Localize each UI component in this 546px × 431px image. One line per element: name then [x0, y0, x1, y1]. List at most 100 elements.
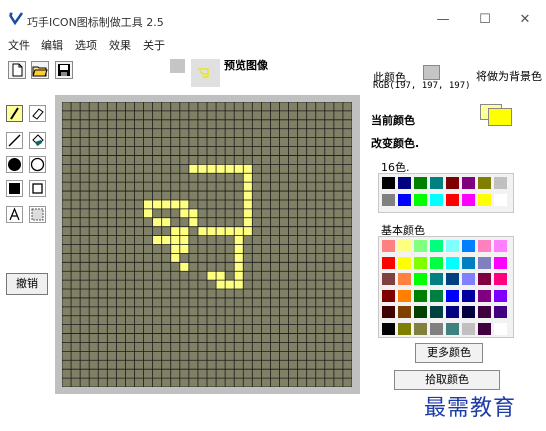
- palette16-swatch-3[interactable]: [430, 177, 443, 189]
- eraser-tool[interactable]: [29, 105, 46, 122]
- pencil-tool[interactable]: [6, 105, 23, 122]
- basic-color-swatch-31[interactable]: [494, 289, 507, 302]
- basic-color-swatch-3[interactable]: [430, 240, 443, 252]
- basic-color-swatch-11[interactable]: [430, 256, 443, 269]
- basic-color-swatch-34[interactable]: [414, 306, 427, 318]
- circle-tool[interactable]: [29, 156, 46, 173]
- palette16-swatch-10[interactable]: [414, 194, 427, 206]
- background-color-swatch[interactable]: [170, 59, 185, 73]
- minimize-button[interactable]: —: [432, 10, 454, 30]
- palette16-swatch-13[interactable]: [462, 194, 475, 206]
- maximize-button[interactable]: ☐: [474, 10, 496, 30]
- basic-color-swatch-45[interactable]: [462, 322, 475, 335]
- pixel-grid[interactable]: [62, 102, 352, 387]
- menu-file[interactable]: 文件: [8, 37, 30, 53]
- basic-color-swatch-4[interactable]: [446, 240, 459, 252]
- basic-color-swatch-39[interactable]: [494, 306, 507, 318]
- save-button[interactable]: [55, 61, 73, 79]
- painted-pixel: [188, 217, 198, 227]
- basic-color-swatch-22[interactable]: [478, 273, 491, 285]
- basic-color-swatch-37[interactable]: [462, 306, 475, 318]
- basic-color-swatch-26[interactable]: [414, 289, 427, 302]
- basic-color-swatch-46[interactable]: [478, 322, 491, 335]
- close-button[interactable]: ✕: [514, 10, 536, 30]
- palette16-swatch-4[interactable]: [446, 177, 459, 189]
- basic-color-swatch-33[interactable]: [398, 306, 411, 318]
- rect-tool[interactable]: [29, 180, 46, 197]
- basic-color-swatch-27[interactable]: [430, 289, 443, 302]
- basic-color-swatch-2[interactable]: [414, 240, 427, 252]
- palette16-swatch-2[interactable]: [414, 177, 427, 189]
- palette16-swatch-0[interactable]: [382, 177, 395, 189]
- new-file-button[interactable]: [8, 61, 26, 79]
- basic-color-swatch-1[interactable]: [398, 240, 411, 252]
- basic-color-swatch-18[interactable]: [414, 273, 427, 285]
- basic-color-swatch-35[interactable]: [430, 306, 443, 318]
- text-tool[interactable]: [6, 206, 23, 223]
- palette16-swatch-12[interactable]: [446, 194, 459, 206]
- menu-effects[interactable]: 效果: [109, 37, 131, 53]
- basic-color-swatch-16[interactable]: [382, 273, 395, 285]
- pick-color-button[interactable]: 拾取颜色: [394, 370, 500, 390]
- basic-color-swatch-12[interactable]: [446, 256, 459, 269]
- more-colors-button[interactable]: 更多颜色: [415, 343, 483, 363]
- basic-color-swatch-41[interactable]: [398, 322, 411, 335]
- basic-color-swatch-32[interactable]: [382, 306, 395, 318]
- current-color-swatch[interactable]: [488, 108, 512, 126]
- palette16-swatch-15[interactable]: [494, 194, 507, 206]
- basic-color-swatch-8[interactable]: [382, 256, 395, 269]
- basic-color-swatch-43[interactable]: [430, 322, 443, 335]
- basic-colors-box: [378, 236, 514, 338]
- filled-rect-icon: [9, 183, 20, 194]
- basic-color-swatch-0[interactable]: [382, 240, 395, 252]
- palette16-swatch-5[interactable]: [462, 177, 475, 189]
- basic-color-swatch-36[interactable]: [446, 306, 459, 318]
- icon-preview: [191, 59, 220, 87]
- basic-color-swatch-9[interactable]: [398, 256, 411, 269]
- basic-color-swatch-42[interactable]: [414, 322, 427, 335]
- rect-outline-icon: [32, 183, 43, 194]
- basic-color-swatch-24[interactable]: [382, 289, 395, 302]
- basic-color-swatch-19[interactable]: [430, 273, 443, 285]
- palette16-swatch-8[interactable]: [382, 194, 395, 206]
- filled-rect-tool[interactable]: [6, 180, 23, 197]
- basic-color-swatch-7[interactable]: [494, 240, 507, 252]
- basic-color-swatch-20[interactable]: [446, 273, 459, 285]
- menu-options[interactable]: 选项: [75, 37, 97, 53]
- basic-color-swatch-5[interactable]: [462, 240, 475, 252]
- fill-tool[interactable]: [29, 132, 46, 149]
- palette16-swatch-9[interactable]: [398, 194, 411, 206]
- palette16-swatch-14[interactable]: [478, 194, 491, 206]
- line-tool[interactable]: [6, 132, 23, 149]
- basic-color-swatch-47[interactable]: [494, 322, 507, 335]
- filled-circle-tool[interactable]: [6, 156, 23, 173]
- painted-pixel: [179, 199, 189, 209]
- undo-button[interactable]: 撤销: [6, 273, 48, 295]
- menu-edit[interactable]: 编辑: [41, 37, 63, 53]
- basic-color-swatch-30[interactable]: [478, 289, 491, 302]
- basic-color-swatch-15[interactable]: [494, 256, 507, 269]
- basic-color-swatch-23[interactable]: [494, 273, 507, 285]
- basic-color-swatch-21[interactable]: [462, 273, 475, 285]
- menu-about[interactable]: 关于: [143, 37, 165, 53]
- palette16-swatch-7[interactable]: [494, 177, 507, 189]
- basic-color-swatch-44[interactable]: [446, 322, 459, 335]
- basic-color-swatch-10[interactable]: [414, 256, 427, 269]
- basic-color-swatch-25[interactable]: [398, 289, 411, 302]
- filled-circle-icon: [8, 158, 21, 171]
- palette16-swatch-11[interactable]: [430, 194, 443, 206]
- select-tool[interactable]: [29, 206, 46, 223]
- basic-color-swatch-14[interactable]: [478, 256, 491, 269]
- basic-color-swatch-17[interactable]: [398, 273, 411, 285]
- open-button[interactable]: [31, 61, 49, 79]
- basic-color-swatch-40[interactable]: [382, 322, 395, 335]
- icon-canvas[interactable]: [55, 95, 360, 394]
- basic-color-swatch-6[interactable]: [478, 240, 491, 252]
- painted-pixel: [234, 253, 244, 263]
- palette16-swatch-1[interactable]: [398, 177, 411, 189]
- basic-color-swatch-38[interactable]: [478, 306, 491, 318]
- basic-color-swatch-13[interactable]: [462, 256, 475, 269]
- basic-color-swatch-28[interactable]: [446, 289, 459, 302]
- palette16-swatch-6[interactable]: [478, 177, 491, 189]
- basic-color-swatch-29[interactable]: [462, 289, 475, 302]
